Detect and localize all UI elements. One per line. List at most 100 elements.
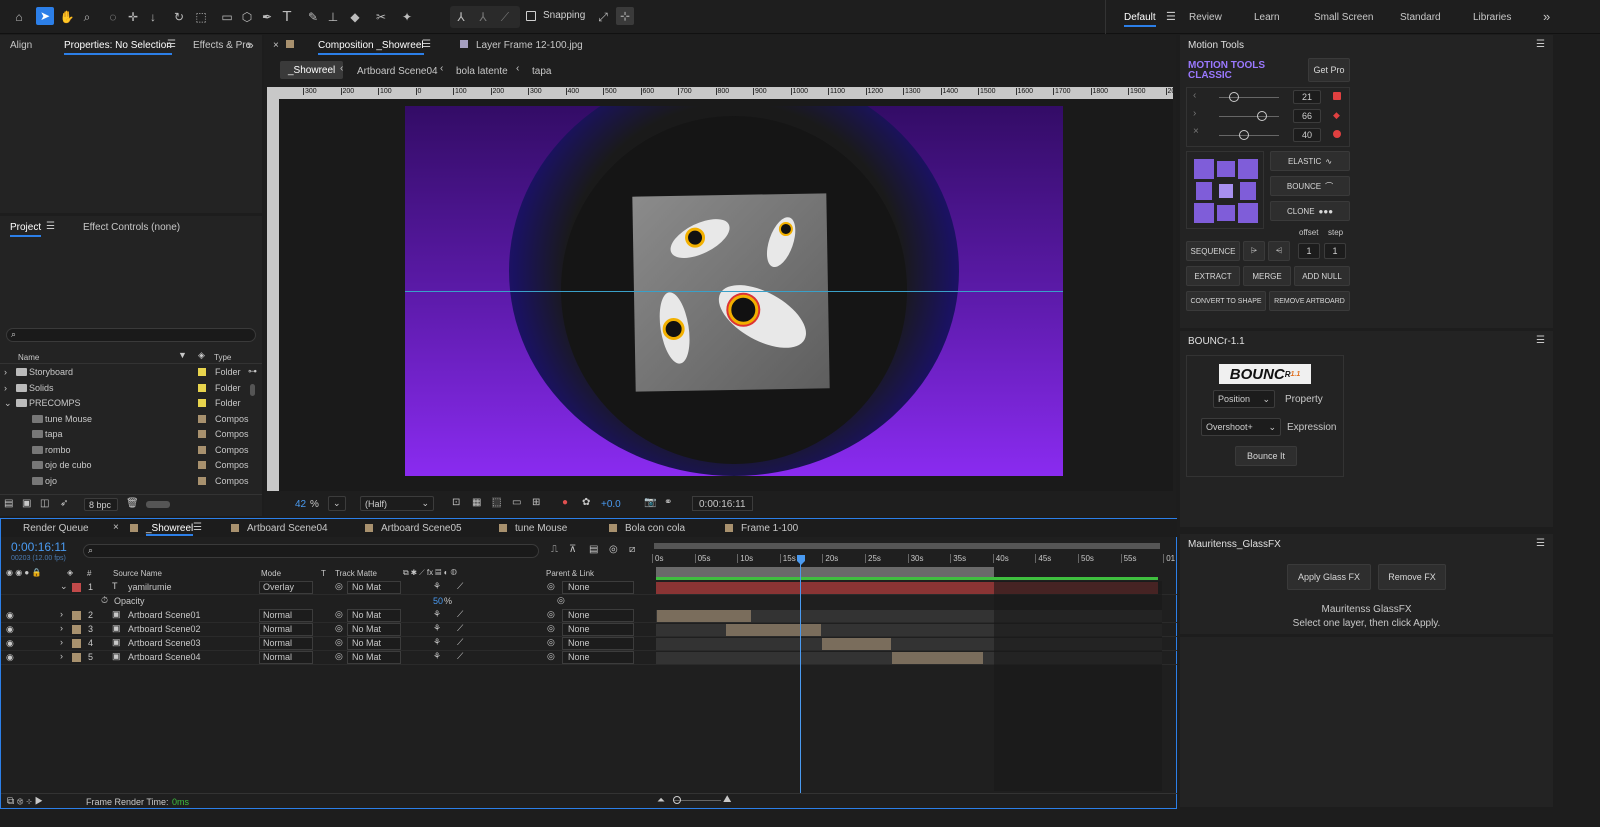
quality-switch-icon[interactable]: ⟋ xyxy=(457,609,463,620)
shy-switch-icon[interactable]: ⚘ xyxy=(433,609,441,620)
parent-dropdown[interactable]: None xyxy=(562,623,634,636)
label-swatch[interactable] xyxy=(198,430,206,438)
timeline-tab[interactable]: tune Mouse xyxy=(515,523,567,534)
zoom-in-icon[interactable]: ⛰ xyxy=(723,794,731,805)
pickwhip-icon[interactable]: ◎ xyxy=(547,637,555,648)
project-item[interactable]: › Storyboard Folder ⊶ xyxy=(0,365,262,380)
project-item[interactable]: tapa Compos xyxy=(0,427,262,442)
timeline-tab[interactable]: Render Queue xyxy=(23,523,89,534)
new-folder-icon[interactable]: ▣ xyxy=(22,498,31,509)
region-interest-icon[interactable]: ▭ xyxy=(512,497,521,508)
eye-icon[interactable]: ◉ xyxy=(6,652,14,663)
layer-name[interactable]: Artboard Scene04 xyxy=(128,652,201,662)
zoom-tool-icon[interactable]: ⌕ xyxy=(78,8,96,26)
track-matte-col[interactable]: Track Matte xyxy=(335,569,377,578)
close-tab-icon[interactable]: × xyxy=(113,522,119,533)
panel-menu-icon[interactable]: ☰ xyxy=(1536,538,1545,549)
anchor-tr[interactable] xyxy=(1238,159,1258,179)
project-item[interactable]: › Solids Folder xyxy=(0,381,262,396)
project-scrollbar[interactable] xyxy=(250,384,255,396)
project-item[interactable]: ojo Compos xyxy=(0,474,262,489)
t-col[interactable]: T xyxy=(321,569,326,578)
work-area-range[interactable] xyxy=(656,567,994,577)
quality-switch-icon[interactable]: ⟋ xyxy=(457,651,463,662)
track-matte-dropdown[interactable]: No Mat xyxy=(347,623,401,636)
layer-mode-dropdown[interactable]: Normal xyxy=(259,609,313,622)
rotate-tool-icon[interactable]: ↻ xyxy=(170,8,188,26)
slider-2-value[interactable]: 66 xyxy=(1293,109,1321,123)
layer-mode-dropdown[interactable]: Overlay xyxy=(259,581,313,594)
current-time[interactable]: 0:00:16:11 xyxy=(11,540,67,554)
panel-menu-icon[interactable]: ☰ xyxy=(1536,335,1545,346)
anchor-mc[interactable] xyxy=(1219,184,1233,198)
workspace-overflow-icon[interactable]: » xyxy=(1543,9,1550,24)
anchor-tl[interactable] xyxy=(1194,159,1214,179)
flowchart-icon[interactable]: ⊶ xyxy=(248,366,257,377)
fast-preview-icon[interactable]: ⊡ xyxy=(452,497,460,508)
snap-edge-icon[interactable]: ⤢ xyxy=(594,8,612,26)
tab-menu-icon[interactable]: ☰ xyxy=(193,522,202,533)
slider-3[interactable] xyxy=(1219,130,1279,140)
label-swatch[interactable] xyxy=(198,399,206,407)
slider-3-value[interactable]: 40 xyxy=(1293,128,1321,142)
tab-project[interactable]: Project xyxy=(10,222,42,237)
layer-expand-icon[interactable]: › xyxy=(60,651,63,661)
label-icon[interactable]: ◈ xyxy=(198,350,205,361)
footer-toggle-icons[interactable]: ⧉ ⊛ ⊹ ▶ xyxy=(7,796,43,807)
anchor-grid[interactable] xyxy=(1186,151,1264,229)
matte-link-icon[interactable]: ◎ xyxy=(335,609,343,620)
draft-3d-icon[interactable]: ⎍ xyxy=(551,544,558,555)
horizontal-ruler[interactable]: 300 200 100 0 100 200 300 400 500 600 700 800 900 100… xyxy=(267,87,1173,99)
workspace-learn[interactable]: Learn xyxy=(1254,12,1280,23)
pickwhip-icon[interactable]: ◎ xyxy=(547,609,555,620)
hand-tool-icon[interactable]: ✋ xyxy=(58,8,76,26)
layer-mode-dropdown[interactable]: Normal xyxy=(259,623,313,636)
layer-duration-bar[interactable] xyxy=(822,638,891,650)
transparency-grid-icon[interactable]: ▦ xyxy=(472,497,481,508)
clone-stamp-icon[interactable]: ⊥ xyxy=(324,8,342,26)
crumb-showreel[interactable]: _Showreel xyxy=(280,61,344,79)
workspace-small-screen[interactable]: Small Screen xyxy=(1314,12,1373,23)
roto-brush-icon[interactable]: ✂ xyxy=(372,8,390,26)
selection-tool-icon[interactable]: ➤ xyxy=(36,7,54,25)
sequence-button[interactable]: SEQUENCE xyxy=(1186,241,1240,261)
comp-menu-icon[interactable]: ☰ xyxy=(422,39,431,50)
puppet-pin-icon[interactable]: ✦ xyxy=(398,8,416,26)
matte-link-icon[interactable]: ◎ xyxy=(335,651,343,662)
get-pro-button[interactable]: Get Pro xyxy=(1308,58,1350,82)
anchor-br[interactable] xyxy=(1238,203,1258,223)
timeline-tab[interactable]: Bola con cola xyxy=(625,523,685,534)
layer-expand-icon[interactable]: › xyxy=(60,637,63,647)
zoom-dropdown[interactable]: ⌄ xyxy=(328,496,346,511)
shy-switch-icon[interactable]: ⚘ xyxy=(433,637,441,648)
record-icon[interactable] xyxy=(1333,130,1341,138)
playhead-line[interactable] xyxy=(800,563,801,793)
layer-name[interactable]: Artboard Scene02 xyxy=(128,624,201,634)
project-item[interactable]: ojo de cubo Compos xyxy=(0,458,262,473)
slider-2[interactable] xyxy=(1219,111,1279,121)
col-type[interactable]: Type xyxy=(214,353,231,362)
layer-name[interactable]: yamilrumie xyxy=(128,582,172,592)
step-input[interactable]: 1 xyxy=(1324,243,1346,259)
source-name-col[interactable]: Source Name xyxy=(113,569,162,578)
exposure-reset-icon[interactable]: ✿ xyxy=(582,497,590,508)
anchor-bl[interactable] xyxy=(1194,203,1214,223)
exposure-value[interactable]: +0.0 xyxy=(601,499,621,510)
tab-composition[interactable]: Composition _Showreel xyxy=(318,40,424,55)
viewer-area[interactable] xyxy=(279,99,1173,491)
layer-label-swatch[interactable] xyxy=(72,639,81,648)
anchor-mr[interactable] xyxy=(1240,182,1256,200)
workspace-menu-icon[interactable]: ☰ xyxy=(1166,10,1176,23)
quality-switch-icon[interactable]: ⟋ xyxy=(457,623,463,634)
eraser-tool-icon[interactable]: ◆ xyxy=(346,8,364,26)
property-dropdown[interactable]: Position ⌄ xyxy=(1213,390,1275,408)
shy-icon[interactable]: ⊼ xyxy=(569,544,576,555)
project-item[interactable]: tune Mouse Compos xyxy=(0,412,262,427)
twirl-icon[interactable]: › xyxy=(4,367,7,377)
keyframe-icon[interactable] xyxy=(1333,92,1341,100)
col-name[interactable]: Name xyxy=(18,353,39,362)
layer-label-swatch[interactable] xyxy=(72,653,81,662)
layer-mode-dropdown[interactable]: Normal xyxy=(259,637,313,650)
bounce-it-button[interactable]: Bounce It xyxy=(1235,446,1297,466)
project-menu-icon[interactable]: ☰ xyxy=(46,221,55,232)
